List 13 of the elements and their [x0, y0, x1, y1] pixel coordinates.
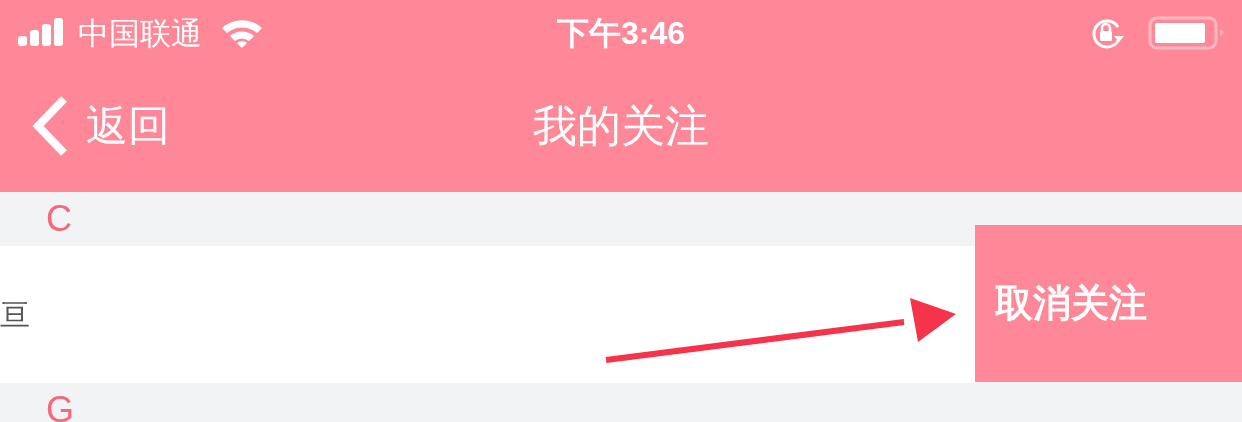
section-letter: G — [46, 392, 74, 422]
back-button[interactable]: 返回 — [30, 95, 170, 157]
rotation-lock-icon — [1090, 17, 1126, 49]
wifi-icon — [220, 18, 264, 48]
carrier-name: 中国联通 — [78, 17, 202, 49]
battery-icon — [1148, 16, 1224, 50]
clock-time: 下午3:46 — [557, 17, 685, 49]
unfollow-button[interactable]: 取消关注 — [975, 225, 1242, 382]
signal-icon — [18, 18, 66, 48]
page-title: 我的关注 — [533, 104, 709, 148]
chevron-left-icon — [30, 95, 70, 157]
row-title: 亘 — [0, 299, 30, 330]
section-letter: C — [46, 201, 72, 237]
